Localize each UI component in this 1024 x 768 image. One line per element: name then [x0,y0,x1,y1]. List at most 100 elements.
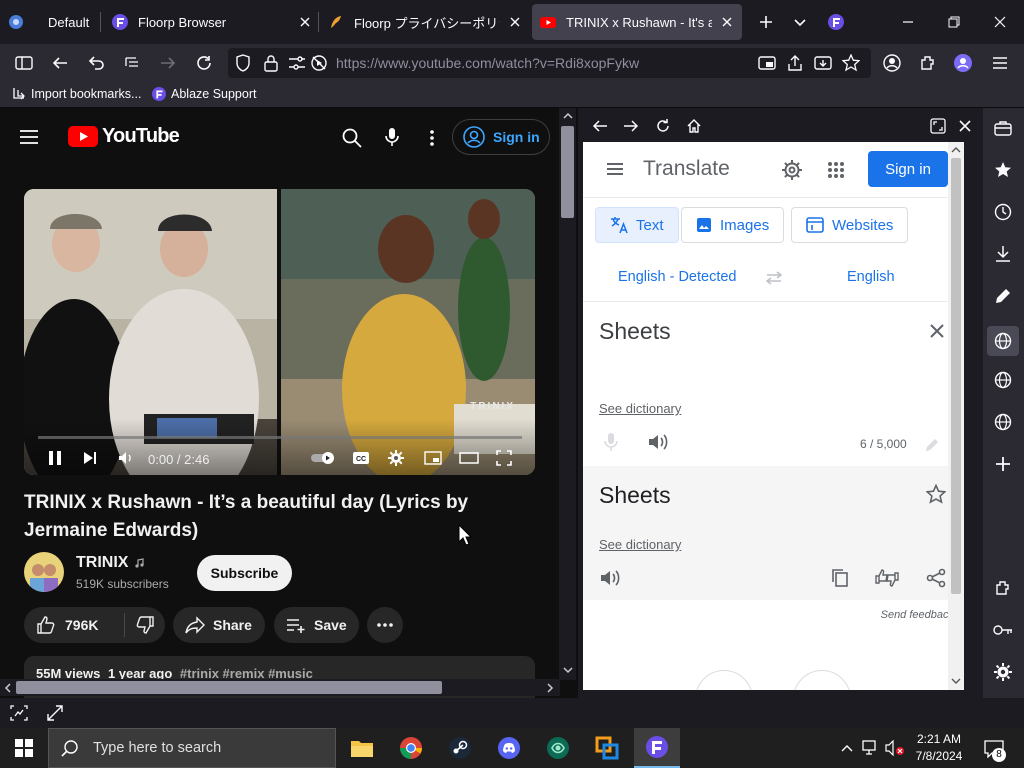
panel-close-icon[interactable] [956,117,974,135]
channel-name[interactable]: TRINIX [76,554,128,572]
source-text-area[interactable]: Sheets [599,318,671,345]
youtube-logo[interactable]: YouTube [68,125,180,148]
rate-translation-icon[interactable] [873,567,901,589]
autoplay-blocked-icon[interactable] [310,54,328,72]
sidebar-downloads-icon[interactable] [991,242,1015,266]
captions-icon[interactable]: CC [351,450,371,466]
source-see-dictionary-link[interactable]: See dictionary [599,401,681,416]
sidebar-webpanel-translate-active[interactable] [987,326,1019,356]
scroll-down-icon[interactable] [563,666,573,674]
settings-gear-icon[interactable] [387,449,405,467]
share-page-icon[interactable] [786,54,804,72]
screenshot-icon[interactable] [9,704,29,722]
channel-avatar[interactable] [24,552,64,592]
panel-reload-icon[interactable] [654,117,672,135]
expand-diagonal-icon[interactable] [45,704,65,722]
network-icon[interactable] [861,738,881,758]
lock-icon[interactable] [262,54,280,72]
pause-icon[interactable] [46,449,64,467]
account-icon[interactable] [882,53,902,73]
share-translation-icon[interactable] [925,567,947,589]
reload-icon[interactable] [194,54,214,72]
sidebar-passwords-key-icon[interactable] [991,618,1015,642]
import-bookmarks-item[interactable]: Import bookmarks... [12,87,141,101]
sidebar-add-panel-plus-icon[interactable] [991,452,1015,476]
shield-icon[interactable] [234,54,252,72]
sidebar-bookmarks-star-icon[interactable] [991,158,1015,182]
copy-translation-icon[interactable] [829,567,851,589]
tree-style-tab-icon[interactable] [122,54,142,72]
sidebar-history-icon[interactable] [991,200,1015,224]
tray-chevron-up-icon[interactable] [838,738,856,758]
sidebar-webpanel-globe-icon[interactable] [991,368,1015,392]
floorp-taskbar-icon[interactable] [634,728,680,768]
save-translation-star-icon[interactable] [925,483,947,505]
vertical-scrollbar[interactable] [559,108,576,680]
panel-scroll-down-icon[interactable] [951,677,961,685]
mode-text-button[interactable]: Text [595,207,679,243]
chevron-down-icon[interactable] [790,12,810,32]
undo-close-tab-icon[interactable] [86,54,106,72]
panel-scrollbar-thumb[interactable] [951,158,961,594]
clear-text-icon[interactable] [926,320,948,342]
windows-start-icon[interactable] [0,728,48,768]
mode-websites-button[interactable]: Websites [791,207,909,243]
history-circle-button[interactable] [695,670,753,690]
swap-languages-icon[interactable] [763,268,785,288]
listen-translation-icon[interactable] [599,567,621,589]
output-see-dictionary-link[interactable]: See dictionary [599,537,681,552]
tab-floorp-privacy[interactable]: Floorp プライバシーポリシー [328,0,522,44]
microphone-icon[interactable] [381,125,403,149]
share-button[interactable]: Share [173,607,265,643]
scroll-right-icon[interactable] [546,683,554,693]
dislike-button[interactable] [125,615,165,635]
back-arrow-icon[interactable] [50,54,70,72]
restore-icon[interactable] [944,12,964,32]
steam-icon[interactable] [444,734,476,762]
panel-home-icon[interactable] [685,117,703,135]
close-icon[interactable] [298,15,312,29]
tab-floorp-browser[interactable]: Floorp Browser [112,0,312,44]
source-language-button[interactable]: English - Detected [618,269,736,285]
h-scrollbar-thumb[interactable] [16,681,442,694]
send-feedback-link[interactable]: Send feedback [881,609,954,621]
fullscreen-icon[interactable] [495,449,513,467]
extensions-icon[interactable] [918,53,938,73]
more-vertical-icon[interactable] [422,126,442,150]
translate-sign-in-button[interactable]: Sign in [868,151,948,187]
horizontal-scrollbar[interactable] [0,679,560,696]
ablaze-support-item[interactable]: Ablaze Support [152,87,256,101]
mode-images-button[interactable]: Images [681,207,785,243]
video-player[interactable]: TRINIX 0:00 / 2:46 CC [24,189,535,475]
url-bar[interactable]: https://www.youtube.com/watch?v=Rdi8xopF… [228,48,871,78]
tab-workspace-default[interactable]: Default [8,0,98,44]
sidebar-webpanel-globe-icon[interactable] [991,410,1015,434]
install-webapp-icon[interactable] [814,54,832,72]
floorp-menu-icon[interactable] [826,12,846,32]
theater-mode-icon[interactable] [458,449,480,467]
translate-menu-icon[interactable] [605,160,625,178]
file-explorer-icon[interactable] [346,734,378,762]
save-button[interactable]: Save [274,607,359,643]
miniplayer-icon[interactable] [423,449,443,467]
sidebar-pen-icon[interactable] [991,284,1015,308]
sidebar-notes-icon[interactable] [991,116,1015,140]
panel-forward-icon[interactable] [622,117,640,135]
guide-menu-icon[interactable] [18,128,40,146]
listen-source-icon[interactable] [647,431,669,453]
sidebar-extensions-icon[interactable] [991,576,1015,600]
tab-youtube-active[interactable]: TRINIX x Rushawn - It's a beau [532,4,742,40]
app-orange-blue-icon[interactable] [591,734,623,762]
youtube-sign-in-button[interactable]: Sign in [452,119,550,155]
scrollbar-thumb[interactable] [561,126,574,218]
more-actions-button[interactable] [367,607,403,643]
close-icon[interactable] [720,15,734,29]
scroll-up-icon[interactable] [563,112,573,120]
picture-in-picture-icon[interactable] [758,54,776,72]
target-language-button[interactable]: English [847,269,895,285]
next-video-icon[interactable] [81,449,99,467]
hamburger-menu-icon[interactable] [990,53,1010,73]
permissions-icon[interactable] [288,54,306,72]
subscribe-button[interactable]: Subscribe [197,555,292,591]
autoplay-toggle[interactable] [310,450,336,466]
